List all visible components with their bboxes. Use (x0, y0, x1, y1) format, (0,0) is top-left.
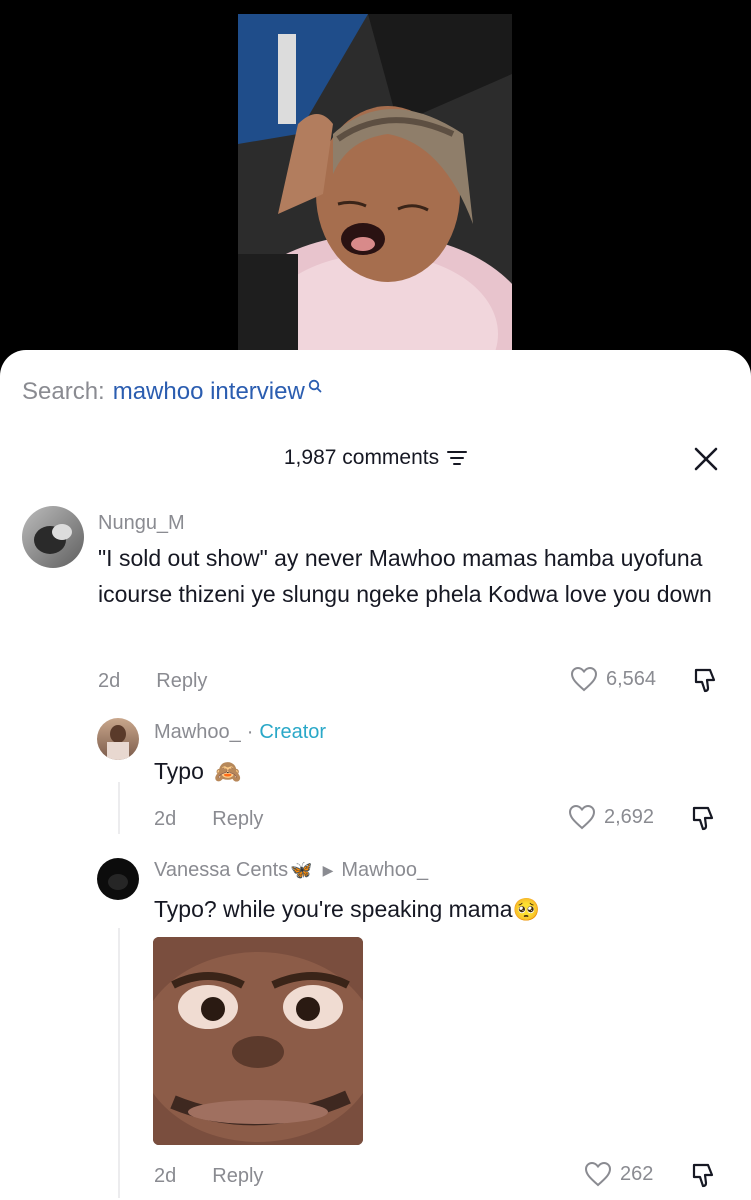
search-prefix: Search: (22, 378, 105, 405)
search-suggestion[interactable]: Search: mawhoo interview (22, 378, 322, 406)
reply-meta: 2d Reply (154, 1165, 263, 1188)
triangle-right-icon: ▶ (322, 862, 334, 878)
comments-sheet: Search: mawhoo interview 1,987 comments … (0, 350, 751, 1200)
avatar-image (107, 725, 129, 760)
thumbs-down-icon[interactable] (692, 666, 720, 694)
reply-text-body: Typo (154, 758, 204, 784)
avatar[interactable] (97, 858, 139, 900)
reply-button[interactable]: Reply (212, 808, 263, 831)
reply-to-username[interactable]: Mawhoo_ (341, 859, 428, 882)
search-icon (308, 379, 322, 393)
reply-text-body: Typo? while you're speaking mama (154, 896, 513, 922)
like-count: 2,692 (604, 805, 655, 828)
heart-icon (570, 666, 598, 692)
comment-username[interactable]: Nungu_M (98, 512, 185, 535)
reply-username-text[interactable]: Mawhoo_ (154, 721, 241, 744)
reply-button[interactable]: Reply (156, 670, 207, 693)
reply-username[interactable]: Vanessa Cents 🦋 ▶ Mawhoo_ (154, 859, 428, 882)
comment-text: "I sold out show" ay never Mawhoo mamas … (98, 545, 712, 607)
heart-icon (568, 804, 596, 830)
creator-tag: Creator (259, 721, 327, 743)
like-count: 262 (620, 1162, 654, 1185)
comment-age: 2d (98, 670, 121, 692)
comment-meta: 2d Reply (98, 670, 207, 693)
reply-button[interactable]: Reply (212, 1165, 263, 1188)
pleading-face-emoji: 🥺 (512, 897, 540, 922)
reply-gif[interactable] (153, 937, 363, 1145)
reply-thread-line (118, 928, 120, 1198)
reply-text: Typo 🙈 (154, 753, 242, 790)
video-thumbnail (238, 14, 512, 350)
search-term[interactable]: mawhoo interview (113, 378, 305, 406)
reply-age: 2d (154, 808, 177, 830)
video-area (0, 0, 751, 360)
like-button[interactable]: 2,692 (568, 804, 654, 830)
separator-dot: · (246, 721, 254, 743)
comments-count: 1,987 comments (283, 446, 440, 469)
reply-age: 2d (154, 1165, 177, 1187)
heart-icon (584, 1161, 612, 1187)
gif-image (153, 937, 363, 1145)
comments-count-header[interactable]: 1,987 comments (0, 446, 751, 470)
video-preview[interactable] (238, 14, 512, 350)
avatar[interactable] (22, 506, 84, 568)
like-button[interactable]: 6,564 (570, 666, 656, 692)
thumbs-down-icon[interactable] (690, 804, 718, 832)
thumbs-down-icon[interactable] (690, 1161, 718, 1189)
like-button[interactable]: 262 (584, 1161, 653, 1187)
butterfly-emoji: 🦋 (290, 860, 313, 880)
filter-icon[interactable] (447, 450, 468, 466)
like-count: 6,564 (606, 667, 657, 690)
avatar-image (34, 524, 72, 554)
reply-username-text[interactable]: Vanessa Cents (154, 859, 288, 882)
see-no-evil-monkey-emoji: 🙈 (214, 759, 242, 784)
reply-meta: 2d Reply (154, 808, 263, 831)
avatar[interactable] (97, 718, 139, 760)
avatar-image (108, 874, 128, 890)
reply-text: Typo? while you're speaking mama🥺 (154, 891, 540, 928)
reply-thread-line (118, 782, 120, 834)
close-icon[interactable] (693, 446, 719, 472)
reply-username[interactable]: Mawhoo_ · Creator (154, 721, 326, 744)
